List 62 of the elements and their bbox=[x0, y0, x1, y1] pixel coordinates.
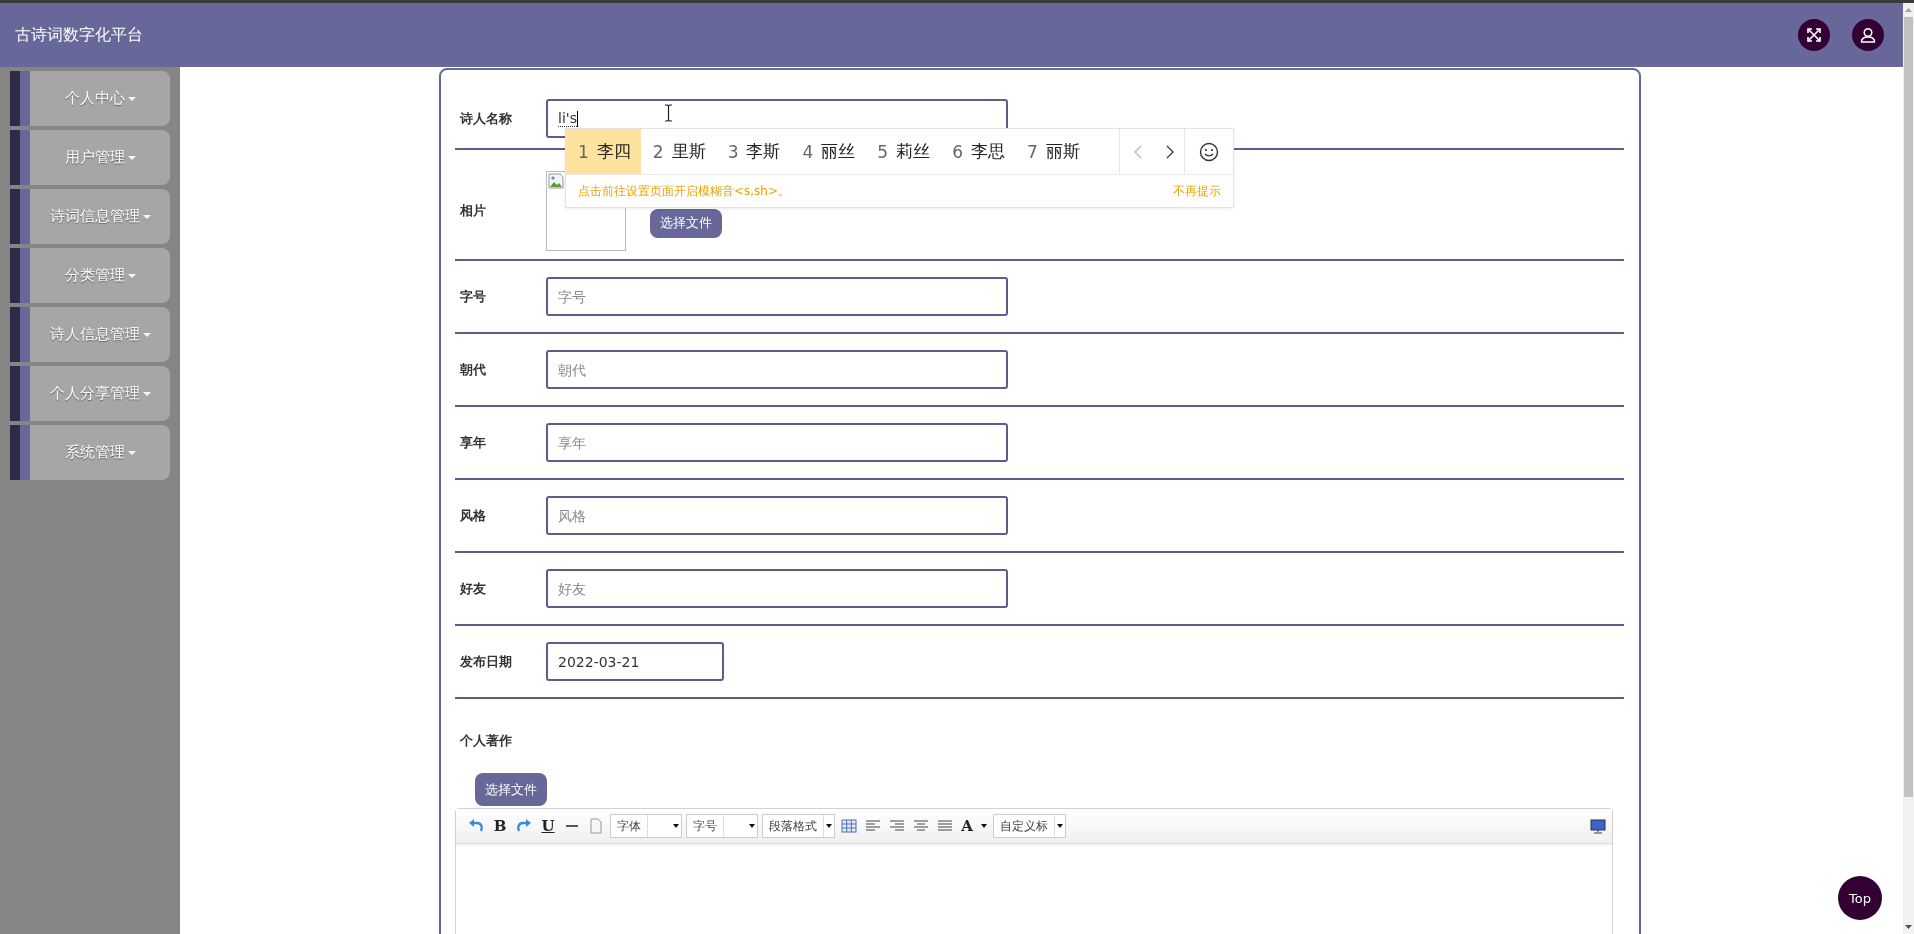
field-label: 诗人名称 bbox=[459, 109, 513, 128]
caret-icon bbox=[142, 391, 151, 396]
table-icon[interactable] bbox=[841, 818, 857, 834]
item-accent-bar bbox=[10, 71, 30, 126]
align-right-icon[interactable] bbox=[889, 818, 905, 834]
user-button[interactable] bbox=[1852, 19, 1884, 51]
user-icon bbox=[1860, 27, 1876, 43]
caret-icon bbox=[127, 155, 136, 160]
toolbar-dropdown[interactable]: 自定义标 bbox=[993, 814, 1066, 838]
monitor-icon[interactable] bbox=[1590, 818, 1606, 834]
font-color-button[interactable]: A bbox=[959, 816, 975, 836]
align-left-icon[interactable] bbox=[865, 818, 881, 834]
redo-icon[interactable] bbox=[516, 818, 532, 834]
input-field[interactable]: 字号 bbox=[546, 277, 1008, 316]
field-label: 享年 bbox=[459, 433, 487, 452]
caret-icon bbox=[981, 824, 987, 828]
item-accent-bar bbox=[10, 366, 30, 421]
undo-icon[interactable] bbox=[468, 818, 484, 834]
align-center-icon[interactable] bbox=[913, 818, 929, 834]
choose-file-button[interactable]: 选择文件 bbox=[650, 208, 722, 238]
scrollbar-thumb[interactable] bbox=[1904, 17, 1913, 797]
item-accent-bar bbox=[10, 248, 30, 303]
smiley-icon[interactable] bbox=[1199, 141, 1219, 162]
caret-icon bbox=[142, 332, 151, 337]
next-page-icon[interactable] bbox=[1166, 144, 1174, 159]
scroll-up-icon[interactable] bbox=[1905, 8, 1912, 12]
item-accent-bar bbox=[10, 425, 30, 480]
caret-icon bbox=[142, 214, 151, 219]
date-field[interactable]: 2022-03-21 bbox=[546, 642, 724, 681]
previous-page-icon[interactable] bbox=[1134, 144, 1142, 159]
caret-icon bbox=[127, 450, 136, 455]
field-label: 个人著作 bbox=[459, 732, 513, 750]
toolbar-dropdown[interactable]: 字体 bbox=[610, 814, 682, 838]
justify-icon[interactable] bbox=[937, 818, 953, 834]
blank-page-icon[interactable] bbox=[588, 818, 604, 834]
field-label: 风格 bbox=[459, 506, 487, 525]
toolbar-dropdown[interactable]: 段落格式 bbox=[762, 814, 835, 838]
field-label: 朝代 bbox=[459, 360, 487, 379]
caret-icon bbox=[127, 273, 136, 278]
item-accent-bar bbox=[10, 307, 30, 362]
field-label: 好友 bbox=[459, 579, 487, 598]
underline-button[interactable]: U bbox=[538, 816, 558, 836]
text-cursor-icon bbox=[664, 104, 673, 122]
input-field[interactable]: 好友 bbox=[546, 569, 1008, 608]
fullscreen-button[interactable] bbox=[1798, 19, 1830, 51]
ime-candidate[interactable]: 7 丽斯 bbox=[1014, 129, 1090, 174]
ime-candidate[interactable]: 1 李四 bbox=[566, 129, 641, 174]
caret-icon bbox=[127, 96, 136, 101]
field-label: 发布日期 bbox=[459, 652, 513, 671]
field-label: 字号 bbox=[459, 287, 487, 306]
toolbar-dropdown[interactable]: 字号 bbox=[686, 814, 758, 838]
input-field[interactable]: 享年 bbox=[546, 423, 1008, 462]
bold-button[interactable]: B bbox=[490, 816, 510, 836]
expand-arrows-icon bbox=[1806, 27, 1822, 43]
scroll-down-icon[interactable] bbox=[1905, 925, 1912, 929]
app-title: 古诗词数字化平台 bbox=[15, 24, 144, 46]
item-accent-bar bbox=[10, 189, 30, 244]
item-accent-bar bbox=[10, 130, 30, 185]
choose-file-button[interactable]: 选择文件 bbox=[475, 773, 547, 806]
input-field[interactable]: 朝代 bbox=[546, 350, 1008, 389]
field-label: 相片 bbox=[459, 202, 487, 220]
input-field[interactable]: 风格 bbox=[546, 496, 1008, 535]
